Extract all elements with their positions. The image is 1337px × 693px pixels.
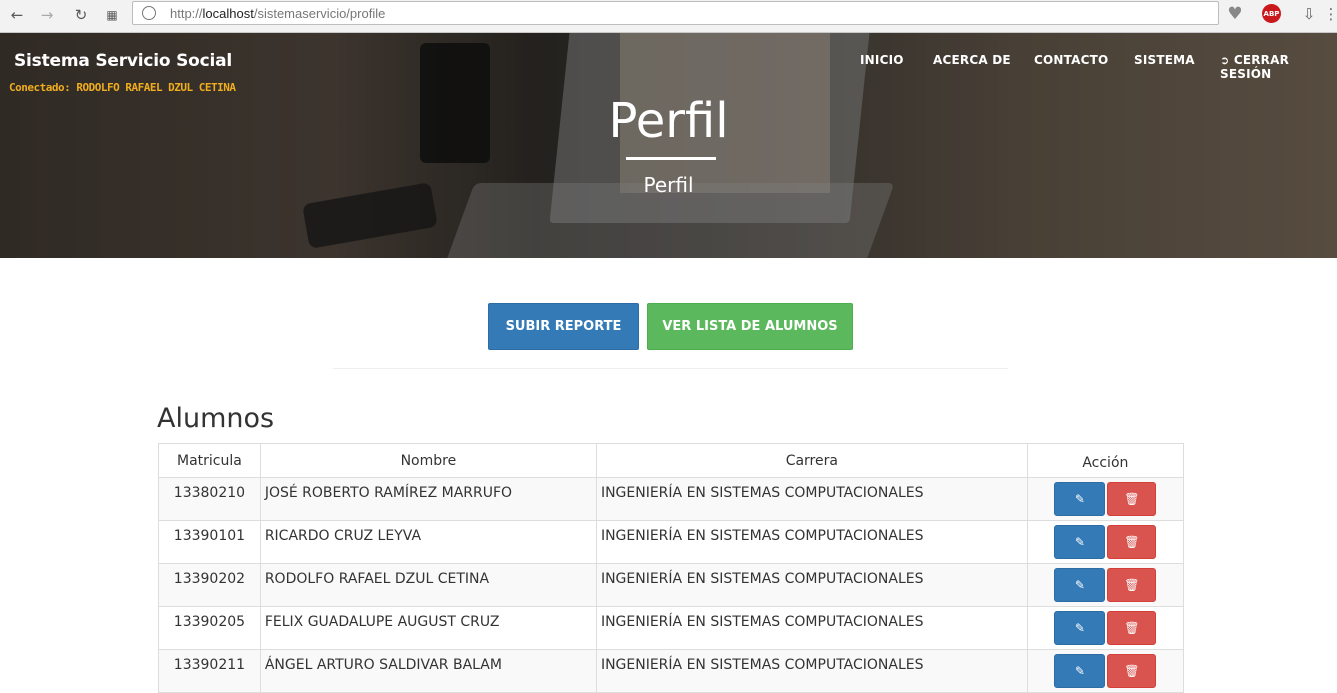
page-title: Perfil xyxy=(608,93,729,149)
edit-icon: ✎ xyxy=(1074,535,1085,549)
cell-carrera: INGENIERÍA EN SISTEMAS COMPUTACIONALES xyxy=(595,520,1028,564)
download-icon[interactable]: ⇩ xyxy=(1298,3,1320,25)
cell-accion: ✎ 🗑 xyxy=(1026,477,1185,521)
cell-accion: ✎ 🗑 xyxy=(1026,649,1185,693)
reload-icon[interactable]: ↻ xyxy=(70,4,92,26)
url-prefix: http:// xyxy=(170,6,203,21)
edit-icon: ✎ xyxy=(1074,621,1085,635)
adblock-icon[interactable]: ABP xyxy=(1262,4,1281,23)
delete-button[interactable]: 🗑 xyxy=(1107,525,1157,559)
url-text: http://localhost/sistemaservicio/profile xyxy=(170,6,385,21)
col-carrera: Carrera xyxy=(595,443,1028,478)
table-row: 13390211 ÁNGEL ARTURO SALDIVAR BALAM ING… xyxy=(158,649,1185,693)
cell-carrera: INGENIERÍA EN SISTEMAS COMPUTACIONALES xyxy=(595,606,1028,650)
edit-icon: ✎ xyxy=(1074,664,1085,678)
nav-cerrar-sesion[interactable]: ➲ CERRAR SESIÓN xyxy=(1220,53,1337,81)
trash-icon: 🗑 xyxy=(1124,492,1140,506)
edit-icon: ✎ xyxy=(1074,578,1085,592)
title-underline xyxy=(626,157,716,160)
table-row: 13380210 JOSÉ ROBERTO RAMÍREZ MARRUFO IN… xyxy=(158,477,1185,521)
trash-icon: 🗑 xyxy=(1124,578,1140,592)
delete-button[interactable]: 🗑 xyxy=(1107,654,1157,688)
forward-arrow-icon[interactable]: → xyxy=(36,4,58,26)
site-info-icon[interactable] xyxy=(142,6,156,20)
apps-grid-icon[interactable]: ▦ xyxy=(101,4,123,26)
nav-sistema[interactable]: SISTEMA xyxy=(1134,53,1195,67)
edit-button[interactable]: ✎ xyxy=(1054,568,1106,602)
col-matricula: Matricula xyxy=(158,443,261,478)
table-row: 13390202 RODOLFO RAFAEL DZUL CETINA INGE… xyxy=(158,563,1185,607)
cell-nombre: RICARDO CRUZ LEYVA xyxy=(259,520,597,564)
cell-nombre: RODOLFO RAFAEL DZUL CETINA xyxy=(259,563,597,607)
url-path: /sistemaservicio/profile xyxy=(253,6,386,21)
cell-accion: ✎ 🗑 xyxy=(1026,520,1185,564)
brand-name[interactable]: Sistema Servicio Social xyxy=(14,51,232,71)
section-divider xyxy=(333,368,1008,369)
view-students-button[interactable]: VER LISTA DE ALUMNOS xyxy=(647,303,853,350)
cell-accion: ✎ 🗑 xyxy=(1026,563,1185,607)
edit-button[interactable]: ✎ xyxy=(1054,654,1106,688)
cell-nombre: ÁNGEL ARTURO SALDIVAR BALAM xyxy=(259,649,597,693)
trash-icon: 🗑 xyxy=(1124,621,1140,635)
students-title: Alumnos xyxy=(157,403,275,434)
page-subtitle: Perfil xyxy=(643,173,694,197)
url-host: localhost xyxy=(202,6,254,21)
nav-contacto[interactable]: CONTACTO xyxy=(1034,53,1108,67)
nav-cerrar-sesion-label: CERRAR SESIÓN xyxy=(1220,53,1290,81)
adblock-label: ABP xyxy=(1263,9,1280,18)
bookmark-heart-icon[interactable]: ♥ xyxy=(1224,3,1246,25)
hero-banner: Sistema Servicio Social Conectado: RODOL… xyxy=(0,33,1337,258)
cell-carrera: INGENIERÍA EN SISTEMAS COMPUTACIONALES xyxy=(595,649,1028,693)
menu-icon[interactable]: ⋮ xyxy=(1320,3,1337,25)
cell-accion: ✎ 🗑 xyxy=(1026,606,1185,650)
nav-acerca-de[interactable]: ACERCA DE xyxy=(933,53,1011,67)
address-bar[interactable]: http://localhost/sistemaservicio/profile xyxy=(132,1,1219,25)
upload-report-button[interactable]: SUBIR REPORTE xyxy=(488,303,639,350)
students-table: Matricula Nombre Carrera Acción 13380210… xyxy=(158,443,1185,693)
table-row: 13390205 FELIX GUADALUPE AUGUST CRUZ ING… xyxy=(158,606,1185,650)
cell-matricula: 13390202 xyxy=(158,563,261,607)
delete-button[interactable]: 🗑 xyxy=(1107,482,1157,516)
browser-toolbar: ← → ↻ ▦ http://localhost/sistemaservicio… xyxy=(0,0,1337,33)
cell-carrera: INGENIERÍA EN SISTEMAS COMPUTACIONALES xyxy=(595,563,1028,607)
delete-button[interactable]: 🗑 xyxy=(1107,611,1157,645)
cell-nombre: JOSÉ ROBERTO RAMÍREZ MARRUFO xyxy=(259,477,597,521)
cell-matricula: 13390211 xyxy=(158,649,261,693)
nav-inicio[interactable]: INICIO xyxy=(860,53,904,67)
cell-matricula: 13380210 xyxy=(158,477,261,521)
logout-icon: ➲ xyxy=(1220,54,1230,67)
cell-matricula: 13390205 xyxy=(158,606,261,650)
delete-button[interactable]: 🗑 xyxy=(1107,568,1157,602)
col-nombre: Nombre xyxy=(259,443,597,478)
table-header-row: Matricula Nombre Carrera Acción xyxy=(158,443,1185,478)
edit-button[interactable]: ✎ xyxy=(1054,482,1106,516)
edit-button[interactable]: ✎ xyxy=(1054,611,1106,645)
back-arrow-icon[interactable]: ← xyxy=(6,4,28,26)
trash-icon: 🗑 xyxy=(1124,664,1140,678)
trash-icon: 🗑 xyxy=(1124,535,1140,549)
edit-button[interactable]: ✎ xyxy=(1054,525,1106,559)
cell-nombre: FELIX GUADALUPE AUGUST CRUZ xyxy=(259,606,597,650)
cell-carrera: INGENIERÍA EN SISTEMAS COMPUTACIONALES xyxy=(595,477,1028,521)
edit-icon: ✎ xyxy=(1074,492,1085,506)
table-row: 13390101 RICARDO CRUZ LEYVA INGENIERÍA E… xyxy=(158,520,1185,564)
col-accion: Acción xyxy=(1026,443,1185,478)
cell-matricula: 13390101 xyxy=(158,520,261,564)
